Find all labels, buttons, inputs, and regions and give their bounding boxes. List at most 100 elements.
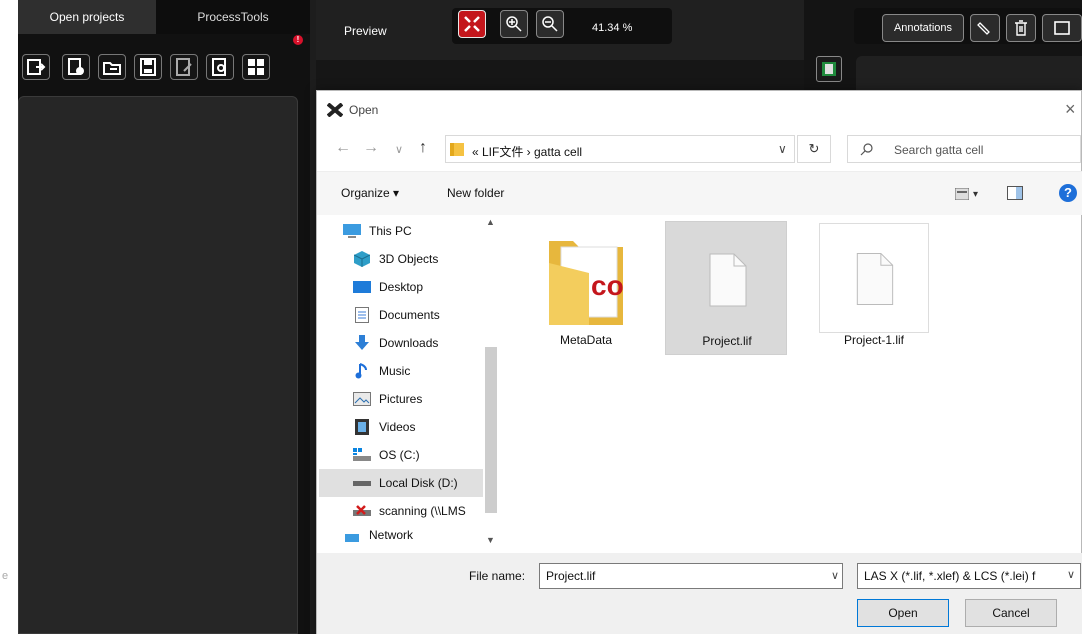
search-project-button[interactable]	[206, 54, 234, 80]
nav-item-label: OS (C:)	[379, 448, 420, 462]
3d-objects-icon	[353, 251, 371, 267]
zoom-out-button[interactable]	[536, 10, 564, 38]
refresh-button[interactable]: ↻	[797, 135, 831, 163]
file-item-project-1-lif[interactable]: Project-1.lif	[813, 221, 935, 355]
file-item-metadata[interactable]: co MetaData	[525, 221, 647, 355]
pc-icon	[343, 223, 361, 239]
search-input[interactable]: Search gatta cell	[847, 135, 1081, 163]
rectangle-button[interactable]	[1042, 14, 1082, 42]
file-name-input[interactable]	[539, 563, 843, 589]
file-name-dropdown-icon[interactable]: ∨	[831, 569, 839, 582]
pen-icon	[977, 22, 990, 35]
scrollbar-thumb[interactable]	[485, 347, 497, 513]
change-view-button[interactable]: ▾	[955, 186, 989, 202]
view-icon	[955, 188, 969, 200]
network-drive-icon	[353, 503, 371, 519]
file-list: co MetaData Project.lif Project-1.lif	[503, 217, 1081, 553]
preview-pane-icon[interactable]	[1007, 186, 1023, 200]
os-drive-icon	[353, 447, 371, 463]
folder-icon	[450, 143, 464, 156]
nav-item-label: This PC	[369, 224, 412, 238]
downloads-icon	[353, 335, 371, 351]
preview-label: Preview	[344, 24, 387, 38]
save-button[interactable]	[134, 54, 162, 80]
file-item-project-lif[interactable]: Project.lif	[665, 221, 787, 355]
project-tree[interactable]	[18, 96, 298, 634]
nav-item-3d-objects[interactable]: 3D Objects	[353, 245, 499, 273]
svg-text:co: co	[591, 270, 624, 301]
delete-button[interactable]	[1006, 14, 1036, 42]
navigation-pane: This PC 3D Objects Desktop Documents Dow…	[319, 217, 499, 553]
tab-open-projects[interactable]: Open projects	[18, 0, 156, 34]
help-button[interactable]: ?	[1059, 184, 1077, 202]
navigation-scrollbar[interactable]: ▲ ▼	[483, 217, 499, 553]
save-as-icon	[176, 58, 192, 76]
nav-item-label: Local Disk (D:)	[379, 476, 458, 490]
nav-item-label: Downloads	[379, 336, 439, 350]
nav-item-music[interactable]: Music	[353, 357, 499, 385]
nav-item-os-drive[interactable]: OS (C:)	[353, 441, 499, 469]
zoom-in-button[interactable]	[500, 10, 528, 38]
open-dialog: Open × ← → ∨ ↑ « LIF文件 › gatta cell ∨ ↻ …	[316, 90, 1082, 634]
pictures-icon	[353, 391, 371, 407]
nav-item-local-disk[interactable]: Local Disk (D:)	[319, 469, 483, 497]
new-project-button[interactable]	[62, 54, 90, 80]
new-project-icon	[68, 58, 84, 75]
search-project-icon	[212, 58, 226, 76]
zoom-out-icon	[542, 16, 558, 32]
zoom-in-icon	[506, 16, 522, 32]
open-project-button[interactable]	[22, 54, 50, 80]
nav-item-pictures[interactable]: Pictures	[353, 385, 499, 413]
nav-item-label: Documents	[379, 308, 440, 322]
scroll-up-icon[interactable]: ▲	[486, 217, 495, 227]
file-name-label: File name:	[469, 569, 526, 583]
view-dropdown-icon: ▾	[973, 188, 979, 200]
ghost-text: e	[2, 570, 9, 582]
tab-processtools[interactable]: ProcessTools	[158, 0, 308, 34]
organize-button[interactable]: Organize ▾	[341, 186, 399, 200]
folder-icon: co	[549, 241, 624, 325]
nav-item-label: 3D Objects	[379, 252, 439, 266]
file-name: Project-1.lif	[843, 333, 905, 347]
save-as-button[interactable]	[170, 54, 198, 80]
search-placeholder: Search gatta cell	[894, 143, 984, 157]
left-panel: Open projects ProcessTools !	[18, 0, 310, 634]
scroll-down-icon[interactable]: ▼	[486, 535, 495, 545]
nav-item-downloads[interactable]: Downloads	[353, 329, 499, 357]
nav-item-videos[interactable]: Videos	[353, 413, 499, 441]
nav-item-network[interactable]: Network	[343, 525, 499, 545]
nav-item-label: Music	[379, 364, 411, 378]
cancel-button[interactable]: Cancel	[965, 599, 1057, 627]
grid-button[interactable]	[242, 54, 270, 80]
music-icon	[353, 363, 371, 379]
address-row: ← → ∨ ↑ « LIF文件 › gatta cell ∨ ↻ Search …	[317, 127, 1082, 171]
dialog-titlebar[interactable]: Open ×	[317, 91, 1082, 127]
chevron-down-icon[interactable]: ∨	[1067, 568, 1075, 581]
fit-to-window-button[interactable]	[458, 10, 486, 38]
recent-locations-icon[interactable]: ∨	[395, 143, 403, 156]
nav-item-label: Network	[369, 528, 414, 542]
import-button[interactable]	[98, 54, 126, 80]
nav-item-network-drive[interactable]: scanning (\\LMS	[353, 497, 499, 525]
nav-item-this-pc[interactable]: This PC	[343, 217, 499, 245]
nav-item-label: Pictures	[379, 392, 423, 406]
address-dropdown-icon[interactable]: ∨	[778, 142, 787, 156]
thumbnail-icon	[822, 62, 836, 76]
open-button[interactable]: Open	[857, 599, 949, 627]
address-bar[interactable]: « LIF文件 › gatta cell ∨	[445, 135, 795, 163]
thumbnail-toggle-button[interactable]	[816, 56, 842, 82]
new-folder-button[interactable]: New folder	[447, 186, 504, 200]
nav-item-desktop[interactable]: Desktop	[353, 273, 499, 301]
nav-item-documents[interactable]: Documents	[353, 301, 499, 329]
back-icon[interactable]: ←	[335, 139, 351, 157]
forward-icon[interactable]: →	[363, 139, 379, 157]
up-icon[interactable]: ↑	[419, 139, 427, 157]
draw-button[interactable]	[970, 14, 1000, 42]
annotations-button[interactable]: Annotations	[882, 14, 964, 42]
breadcrumb[interactable]: « LIF文件 › gatta cell	[472, 143, 582, 160]
command-bar: Organize ▾ New folder ▾ ?	[317, 171, 1082, 215]
close-icon[interactable]: ×	[1065, 99, 1076, 120]
documents-icon	[353, 307, 371, 323]
file-type-select[interactable]: LAS X (*.lif, *.xlef) & LCS (*.lei) f	[857, 563, 1081, 589]
refresh-icon: ↻	[808, 141, 820, 156]
